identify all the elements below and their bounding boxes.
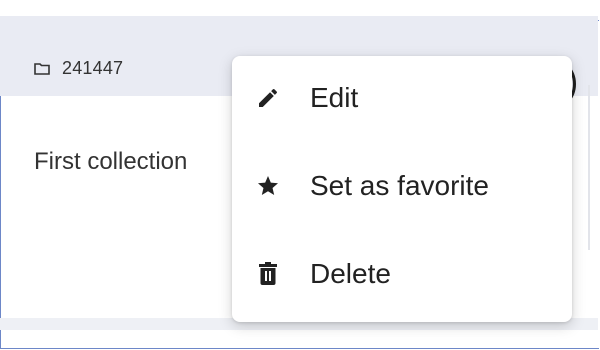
- menu-item-label: Set as favorite: [310, 170, 489, 201]
- collection-id: 241447: [62, 58, 124, 78]
- pencil-icon: [256, 86, 280, 110]
- menu-item-label: Delete: [310, 258, 391, 289]
- menu-item-label: Edit: [310, 82, 359, 113]
- star-icon: [256, 174, 280, 198]
- folder-icon: [34, 63, 50, 75]
- menu-item-edit[interactable]: Edit: [232, 56, 572, 140]
- divider: [588, 85, 590, 250]
- menu-item-delete[interactable]: Delete: [232, 232, 572, 316]
- menu-item-set-favorite[interactable]: Set as favorite: [232, 144, 572, 228]
- trash-icon: [256, 262, 280, 286]
- context-menu: Edit Set as favorite Delete: [232, 56, 572, 322]
- collection-name[interactable]: First collection: [34, 148, 187, 176]
